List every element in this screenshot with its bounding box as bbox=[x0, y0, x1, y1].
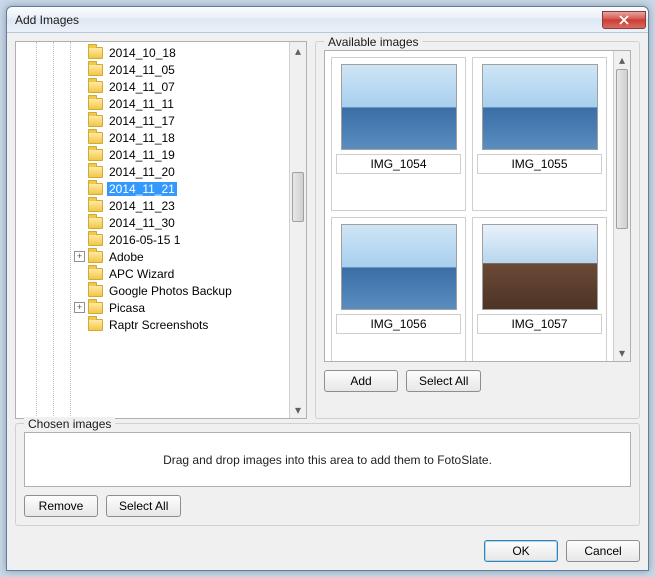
thumbnail-image bbox=[341, 64, 457, 150]
available-buttons: Add Select All bbox=[324, 370, 631, 392]
folder-label: 2014_11_21 bbox=[107, 182, 177, 196]
remove-button[interactable]: Remove bbox=[24, 495, 98, 517]
folder-label: 2014_11_07 bbox=[107, 80, 177, 94]
folder-tree-item[interactable]: 2014_11_30 bbox=[16, 214, 289, 231]
window-title: Add Images bbox=[15, 13, 602, 27]
folder-tree-item[interactable]: 2016-05-15 1 bbox=[16, 231, 289, 248]
close-icon bbox=[619, 15, 629, 25]
folder-tree-item[interactable]: 2014_11_17 bbox=[16, 112, 289, 129]
chosen-drop-area[interactable]: Drag and drop images into this area to a… bbox=[24, 432, 631, 487]
folder-tree-panel: 2014_10_18 2014_11_05 2014_11_07 2014_11_11… bbox=[15, 41, 307, 419]
dialog-content: 2014_10_18 2014_11_05 2014_11_07 2014_11_11… bbox=[7, 33, 648, 534]
folder-icon bbox=[88, 251, 103, 263]
folder-icon bbox=[88, 268, 103, 280]
folder-icon bbox=[88, 234, 103, 246]
folder-tree-item[interactable]: 2014_11_21 bbox=[16, 180, 289, 197]
thumbnail-image bbox=[482, 224, 598, 310]
thumbnail-item[interactable]: IMG_1055 bbox=[472, 57, 607, 211]
folder-tree-item[interactable]: 2014_11_23 bbox=[16, 197, 289, 214]
folder-label: Adobe bbox=[107, 250, 146, 264]
folder-icon bbox=[88, 64, 103, 76]
chosen-images-label: Chosen images bbox=[24, 417, 115, 431]
titlebar: Add Images bbox=[7, 7, 648, 33]
folder-label: 2014_11_05 bbox=[107, 63, 177, 77]
folder-tree-item[interactable]: 2014_11_07 bbox=[16, 78, 289, 95]
folder-tree-item[interactable]: Google Photos Backup bbox=[16, 282, 289, 299]
cancel-button[interactable]: Cancel bbox=[566, 540, 640, 562]
folder-tree-item[interactable]: Adobe bbox=[16, 248, 289, 265]
dialog-window: Add Images 2014_10_18 2014_11_05 2014_11_0… bbox=[6, 6, 649, 571]
thumbnail-area: IMG_1054 IMG_1055 IMG_1056 IMG_1057 ▴ ▾ bbox=[324, 50, 631, 362]
folder-tree-item[interactable]: Picasa bbox=[16, 299, 289, 316]
folder-tree-item[interactable]: 2014_11_11 bbox=[16, 95, 289, 112]
folder-icon bbox=[88, 200, 103, 212]
available-images-label: Available images bbox=[324, 35, 423, 49]
scroll-down-icon[interactable]: ▾ bbox=[290, 401, 306, 418]
top-row: 2014_10_18 2014_11_05 2014_11_07 2014_11_11… bbox=[15, 41, 640, 419]
folder-icon bbox=[88, 47, 103, 59]
folder-tree-item[interactable]: 2014_11_19 bbox=[16, 146, 289, 163]
folder-tree-item[interactable]: 2014_11_20 bbox=[16, 163, 289, 180]
folder-tree-item[interactable]: 2014_11_18 bbox=[16, 129, 289, 146]
folder-label: 2014_11_18 bbox=[107, 131, 177, 145]
folder-label: 2016-05-15 1 bbox=[107, 233, 182, 247]
folder-label: 2014_11_30 bbox=[107, 216, 177, 230]
folder-tree-item[interactable]: APC Wizard bbox=[16, 265, 289, 282]
folder-tree-item[interactable]: 2014_10_18 bbox=[16, 44, 289, 61]
dialog-footer: OK Cancel bbox=[7, 534, 648, 570]
folder-label: Google Photos Backup bbox=[107, 284, 234, 298]
chosen-empty-text: Drag and drop images into this area to a… bbox=[163, 453, 492, 467]
folder-label: Picasa bbox=[107, 301, 147, 315]
folder-label: 2014_11_19 bbox=[107, 148, 177, 162]
thumbnail-image bbox=[341, 224, 457, 310]
folder-label: 2014_10_18 bbox=[107, 46, 178, 60]
scroll-up-icon[interactable]: ▴ bbox=[614, 51, 630, 68]
thumbnail-grid: IMG_1054 IMG_1055 IMG_1056 IMG_1057 bbox=[325, 51, 613, 361]
thumbnail-image bbox=[482, 64, 598, 150]
thumbnail-name: IMG_1055 bbox=[477, 154, 602, 174]
folder-icon bbox=[88, 166, 103, 178]
folder-icon bbox=[88, 285, 103, 297]
select-all-chosen-button[interactable]: Select All bbox=[106, 495, 181, 517]
folder-icon bbox=[88, 81, 103, 93]
folder-icon bbox=[88, 132, 103, 144]
scroll-down-icon[interactable]: ▾ bbox=[614, 344, 630, 361]
ok-button[interactable]: OK bbox=[484, 540, 558, 562]
folder-tree-item[interactable]: Raptr Screenshots bbox=[16, 316, 289, 333]
folder-icon bbox=[88, 302, 103, 314]
folder-label: APC Wizard bbox=[107, 267, 176, 281]
available-images-group: Available images IMG_1054IMG_1055IMG_105… bbox=[315, 41, 640, 419]
thumbs-scrollbar[interactable]: ▴ ▾ bbox=[613, 51, 630, 361]
thumbnail-item[interactable]: IMG_1056 bbox=[331, 217, 466, 362]
select-all-available-button[interactable]: Select All bbox=[406, 370, 481, 392]
add-button[interactable]: Add bbox=[324, 370, 398, 392]
folder-icon bbox=[88, 115, 103, 127]
folder-icon bbox=[88, 149, 103, 161]
scroll-thumb[interactable] bbox=[616, 69, 628, 229]
thumbnail-name: IMG_1057 bbox=[477, 314, 602, 334]
folder-label: 2014_11_20 bbox=[107, 165, 177, 179]
folder-icon bbox=[88, 98, 103, 110]
folder-label: Raptr Screenshots bbox=[107, 318, 210, 332]
folder-icon bbox=[88, 217, 103, 229]
scroll-up-icon[interactable]: ▴ bbox=[290, 42, 306, 59]
scroll-thumb[interactable] bbox=[292, 172, 304, 222]
folder-icon bbox=[88, 183, 103, 195]
folder-label: 2014_11_17 bbox=[107, 114, 177, 128]
thumbnail-name: IMG_1056 bbox=[336, 314, 461, 334]
chosen-buttons: Remove Select All bbox=[24, 495, 631, 517]
tree-scrollbar[interactable]: ▴ ▾ bbox=[289, 42, 306, 418]
folder-icon bbox=[88, 319, 103, 331]
thumbnail-name: IMG_1054 bbox=[336, 154, 461, 174]
chosen-images-group: Chosen images Drag and drop images into … bbox=[15, 423, 640, 526]
folder-label: 2014_11_23 bbox=[107, 199, 177, 213]
folder-tree-item[interactable]: 2014_11_05 bbox=[16, 61, 289, 78]
thumbnail-item[interactable]: IMG_1057 bbox=[472, 217, 607, 362]
folder-tree[interactable]: 2014_10_18 2014_11_05 2014_11_07 2014_11_11… bbox=[16, 42, 289, 418]
thumbnail-item[interactable]: IMG_1054 bbox=[331, 57, 466, 211]
close-button[interactable] bbox=[602, 11, 646, 29]
folder-label: 2014_11_11 bbox=[107, 97, 176, 111]
